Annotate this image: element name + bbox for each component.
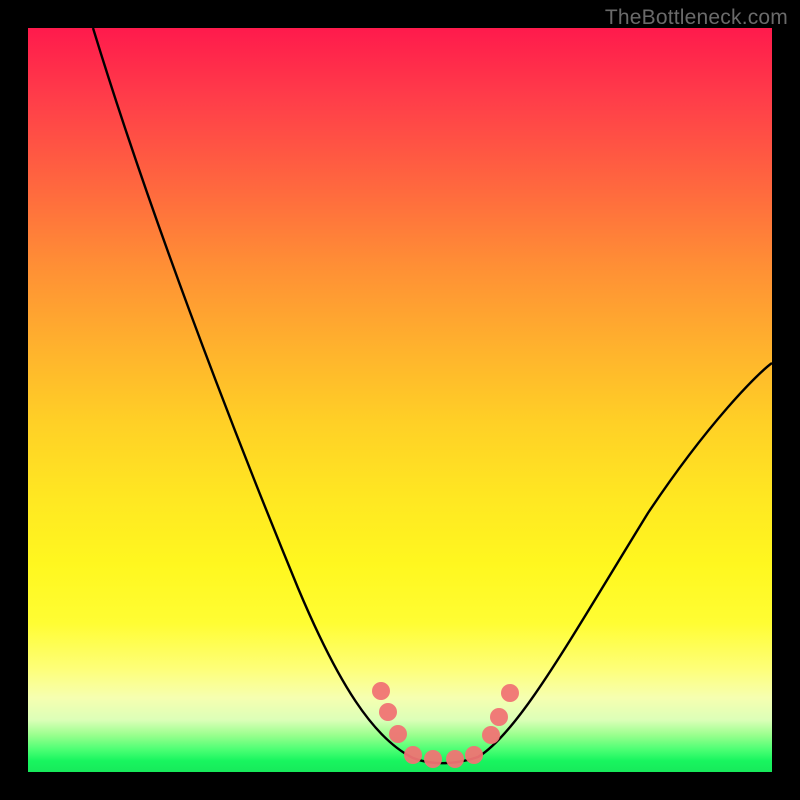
marker-dot [465, 746, 483, 764]
marker-dot [490, 708, 508, 726]
marker-dot [372, 682, 390, 700]
marker-dot [482, 726, 500, 744]
chart-stage: TheBottleneck.com [0, 0, 800, 800]
marker-group [372, 682, 519, 768]
marker-dot [389, 725, 407, 743]
watermark-text: TheBottleneck.com [605, 6, 788, 30]
curve-layer [28, 28, 772, 772]
marker-dot [501, 684, 519, 702]
marker-dot [379, 703, 397, 721]
plot-area [28, 28, 772, 772]
marker-dot [446, 750, 464, 768]
bottleneck-curve [93, 28, 772, 763]
marker-dot [404, 746, 422, 764]
marker-dot [424, 750, 442, 768]
